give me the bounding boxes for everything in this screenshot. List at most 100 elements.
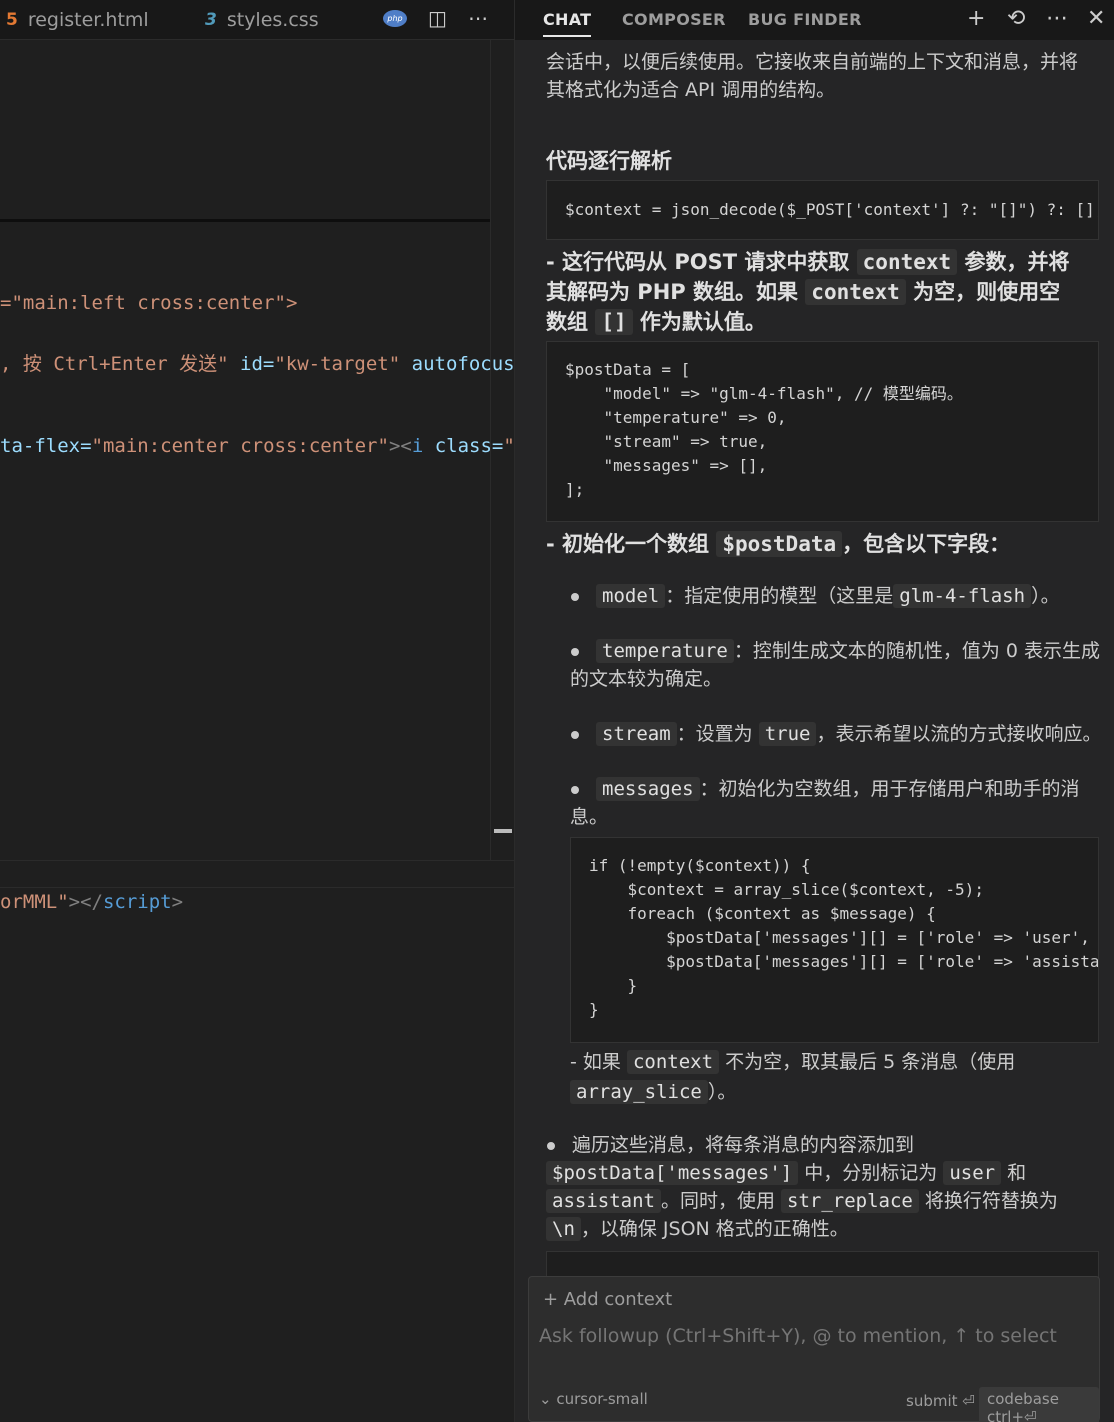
text-span: - 如果 [570, 1051, 621, 1073]
followup-input[interactable] [539, 1325, 1089, 1347]
text-line: 会话中，以便后续使用。它接收来自前端的上下文和消息，并将 [546, 51, 1079, 73]
text-span: 其解码为 PHP 数组。如果 [546, 280, 798, 304]
text-span: 遍历这些消息，将每条消息的内容添加到 [572, 1134, 915, 1156]
text-span: 为空，则使用空 [913, 280, 1061, 304]
codebase-button[interactable]: codebase ctrl+⏎ [979, 1387, 1099, 1422]
tab-register-html[interactable]: 5 register.html [6, 0, 149, 40]
text-span: - 这行代码从 POST 请求中获取 [546, 250, 850, 274]
text-line: 数组 [] 作为默认值。 [546, 307, 1101, 337]
tab-label: styles.css [226, 9, 319, 31]
editor-tabbar: 5 register.html 3 styles.css php ◫ ⋯ [0, 0, 514, 40]
text-span: ）。 [1031, 585, 1060, 607]
inline-code: [] [595, 309, 633, 335]
code-line: orMML"></script> [0, 891, 514, 913]
followup-box: + Add context ⌄ cursor-small submit ⏎ co… [528, 1276, 1100, 1422]
code-token: " [503, 435, 514, 457]
text-span: 和 [1007, 1162, 1027, 1184]
code-line: ="main:left cross:center"> [0, 292, 514, 314]
inline-code: $postData [716, 531, 843, 557]
inline-code: assistant [546, 1189, 661, 1213]
code-token: id= [228, 353, 275, 375]
explanation-text: - 初始化一个数组 $postData ，包含以下字段： [546, 529, 1010, 559]
submit-button[interactable]: submit ⏎ [906, 1392, 975, 1410]
tab-styles-css[interactable]: 3 styles.css [205, 0, 319, 40]
code-block[interactable]: $context = json_decode($_POST['context']… [546, 180, 1099, 240]
inline-code: temperature [596, 639, 734, 663]
text-line: $postData['messages'] 中，分别标记为 user 和 [546, 1159, 1106, 1187]
inline-code: glm-4-flash [893, 584, 1032, 608]
model-selector[interactable]: ⌄ cursor-small [539, 1390, 648, 1408]
list-item: model ：指定使用的模型（这里是 glm-4-flash）。 [570, 582, 1110, 610]
list-item: temperature ：控制生成文本的随机性，值为 0 表示生成 的文本较为确定… [570, 637, 1110, 693]
code-token: class= [423, 435, 504, 457]
list-item: messages ：初始化为空数组，用于存储用户和助手的消 息。 [570, 775, 1110, 831]
text-line: messages ：初始化为空数组，用于存储用户和助手的消 [570, 775, 1110, 803]
html5-icon: 5 [6, 10, 18, 30]
panel-divider[interactable] [0, 860, 514, 888]
text-line: 其解码为 PHP 数组。如果 context 为空，则使用空 [546, 277, 1101, 307]
tab-bug-finder[interactable]: BUG FINDER [748, 10, 862, 29]
inline-code: stream [596, 722, 677, 746]
text-line: 其格式化为适合 API 调用的结构。 [546, 79, 836, 101]
code-token: i [411, 435, 424, 457]
text-span: ：指定使用的模型（这里是 [665, 585, 894, 607]
code-token: ="main:left cross:center"> [0, 292, 298, 314]
css3-icon: 3 [205, 10, 217, 30]
more-icon[interactable]: ⋯ [1046, 6, 1068, 31]
tab-composer[interactable]: COMPOSER [622, 10, 726, 29]
code-block[interactable]: if (!empty($context)) { $context = array… [570, 837, 1099, 1043]
close-icon[interactable]: ✕ [1087, 6, 1105, 31]
code-token: ></ [68, 891, 103, 913]
code-line: ta-flex="main:center cross:center"><i cl… [0, 435, 514, 457]
text-span: 不为空，取其最后 5 条消息（使用 [725, 1051, 1016, 1073]
text-span: ，以确保 JSON 格式的正确性。 [580, 1218, 849, 1240]
text-line: 遍历这些消息，将每条消息的内容添加到 [546, 1131, 1106, 1159]
code-token: "kw-target" [274, 353, 401, 375]
text-line: assistant 。同时，使用 str_replace 将换行符替换为 [546, 1187, 1106, 1215]
text-span: 将换行符替换为 [924, 1190, 1058, 1212]
text-line: - 这行代码从 POST 请求中获取 context 参数，并将 [546, 247, 1101, 277]
code-token: , 按 Ctrl+Enter 发送" [0, 353, 229, 375]
text-span: - 初始化一个数组 [546, 532, 710, 556]
add-context-button[interactable]: + Add context [543, 1289, 672, 1310]
text-span: 。同时，使用 [660, 1190, 775, 1212]
text-span: ：控制生成文本的随机性，值为 0 表示生成 [733, 640, 1101, 662]
text-span: ，表示希望以流的方式接收响应。 [816, 723, 1102, 745]
text-line: - 如果 context 不为空，取其最后 5 条消息（使用 [570, 1048, 1110, 1076]
inline-code: context [805, 279, 906, 305]
php-icon[interactable]: php [383, 10, 407, 27]
intro-text: 会话中，以便后续使用。它接收来自前端的上下文和消息，并将 其格式化为适合 API… [546, 48, 1078, 104]
text-span: 中，分别标记为 [804, 1162, 938, 1184]
code-token: >< [388, 435, 412, 457]
inline-code: str_replace [781, 1189, 919, 1213]
chat-header: CHAT COMPOSER BUG FINDER + ⟲ ⋯ ✕ [515, 0, 1114, 40]
chat-messages: 会话中，以便后续使用。它接收来自前端的上下文和消息，并将 其格式化为适合 API… [515, 40, 1114, 1422]
text-line: array_slice）。 [570, 1078, 1110, 1106]
code-token: ta-flex= [0, 435, 92, 457]
text-line: 息。 [570, 806, 609, 828]
section-title: 代码逐行解析 [546, 149, 672, 173]
text-span: 作为默认值。 [639, 310, 766, 334]
code-token: > [171, 891, 184, 913]
tab-chat[interactable]: CHAT [543, 10, 592, 37]
code-token: autofocus [400, 353, 514, 375]
text-line: 的文本较为确定。 [570, 668, 723, 690]
history-icon[interactable]: ⟲ [1007, 6, 1025, 31]
text-span: ，包含以下字段： [842, 532, 1011, 556]
code-token: script [102, 891, 172, 913]
inline-code: messages [596, 777, 700, 801]
more-actions-icon[interactable]: ⋯ [468, 6, 488, 30]
explanation-text: - 如果 context 不为空，取其最后 5 条消息（使用 array_sli… [570, 1048, 1110, 1106]
text-line: temperature ：控制生成文本的随机性，值为 0 表示生成 [570, 637, 1110, 665]
code-token: orMML" [0, 891, 69, 913]
code-token: "main:center cross:center" [91, 435, 389, 457]
list-item: stream ：设置为 true ，表示希望以流的方式接收响应。 [570, 720, 1110, 748]
code-block[interactable]: $postData = [ "model" => "glm-4-flash", … [546, 341, 1099, 522]
text-span: 数组 [546, 310, 588, 334]
new-chat-icon[interactable]: + [967, 6, 985, 31]
inline-code: array_slice [570, 1080, 708, 1104]
text-line: \n ，以确保 JSON 格式的正确性。 [546, 1215, 1106, 1243]
inline-code: $postData['messages'] [546, 1161, 799, 1185]
inline-code: context [856, 249, 958, 275]
split-editor-icon[interactable]: ◫ [428, 6, 447, 30]
